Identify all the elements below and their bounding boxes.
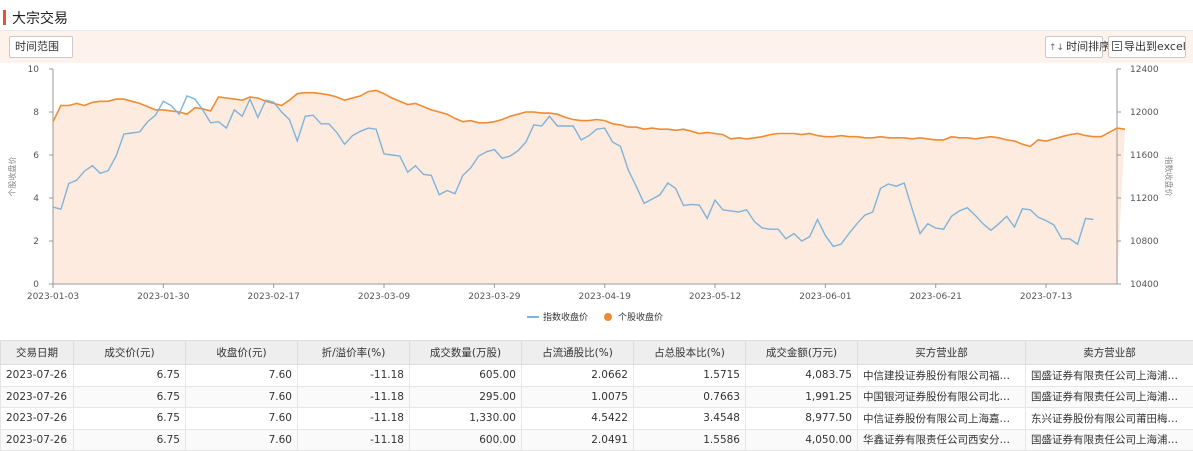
y-right-tick-label: 11600 — [1130, 151, 1159, 161]
col-header-deal-price[interactable]: 成交价(元) — [73, 340, 186, 365]
col-header-buyer[interactable]: 买方营业部 — [857, 340, 1026, 365]
y-right-tick-label: 12400 — [1130, 65, 1159, 75]
x-tick-label: 2023-02-17 — [248, 292, 300, 302]
y-left-tick-label: 6 — [33, 151, 39, 161]
cell-date: 2023-07-26 — [0, 407, 74, 430]
col-header-volume[interactable]: 成交数量(万股) — [409, 340, 522, 365]
cell-volume: 1,330.00 — [409, 407, 522, 430]
cell-seller: 东兴证券股份有限公司莆田梅园东... — [1025, 407, 1193, 430]
excel-export-icon — [1112, 41, 1122, 51]
col-header-close-price[interactable]: 收盘价(元) — [185, 340, 298, 365]
y-left-tick-label: 10 — [28, 65, 40, 75]
cell-float-ratio: 2.0662 — [521, 364, 634, 387]
chart-legend: 指数收盘价 个股收盘价 — [527, 311, 663, 323]
x-tick-label: 2023-01-30 — [137, 292, 190, 302]
cell-total-ratio: 1.5715 — [633, 364, 746, 387]
x-tick-label: 2023-07-13 — [1020, 292, 1072, 302]
x-tick-label: 2023-03-29 — [468, 292, 521, 302]
cell-total-ratio: 3.4548 — [633, 407, 746, 430]
cell-amount: 4,050.00 — [745, 428, 858, 451]
y-right-tick-label: 12000 — [1130, 108, 1159, 118]
x-tick-label: 2023-04-19 — [579, 292, 632, 302]
time-sort-button[interactable]: ↑↓ 时间排序 — [1045, 36, 1110, 58]
table-row[interactable]: 2023-07-26 6.75 7.60 -11.18 605.00 2.066… — [0, 364, 1193, 387]
cell-float-ratio: 2.0491 — [521, 428, 634, 451]
cell-total-ratio: 1.5586 — [633, 428, 746, 451]
cell-volume: 600.00 — [409, 428, 522, 451]
cell-deal-price: 6.75 — [73, 385, 186, 408]
y-right-axis-title: 指数收盘价 — [1164, 157, 1174, 197]
cell-deal-price: 6.75 — [73, 407, 186, 430]
legend-label: 个股收盘价 — [618, 311, 663, 323]
cell-premium-rate: -11.18 — [297, 428, 410, 451]
cell-close-price: 7.60 — [185, 428, 298, 451]
cell-date: 2023-07-26 — [0, 364, 74, 387]
cell-premium-rate: -11.18 — [297, 364, 410, 387]
toolbar: 时间范围 ↑↓ 时间排序 导出到excel — [0, 31, 1193, 63]
cell-amount: 8,977.50 — [745, 407, 858, 430]
stock-area-fill — [53, 90, 1125, 284]
time-range-label: 时间范围 — [15, 40, 59, 53]
cell-deal-price: 6.75 — [73, 428, 186, 451]
x-tick-label: 2023-01-03 — [27, 292, 79, 302]
cell-buyer: 华鑫证券有限责任公司西安分公司 — [857, 428, 1026, 451]
cell-deal-price: 6.75 — [73, 364, 186, 387]
time-sort-label: 时间排序 — [1066, 40, 1111, 53]
price-chart: 0 2 4 6 8 10 10400 10800 11200 11600 12000 12400 202… — [0, 63, 1193, 338]
time-range-button[interactable]: 时间范围 — [9, 36, 73, 58]
cell-volume: 295.00 — [409, 385, 522, 408]
table-row[interactable]: 2023-07-26 6.75 7.60 -11.18 600.00 2.049… — [0, 428, 1193, 451]
page-title: 大宗交易 — [12, 11, 68, 27]
export-excel-button[interactable]: 导出到excel — [1108, 36, 1186, 58]
cell-buyer: 中信证券股份有限公司上海嘉定证... — [857, 407, 1026, 430]
x-tick-label: 2023-05-12 — [689, 292, 741, 302]
cell-close-price: 7.60 — [185, 407, 298, 430]
title-accent-bar — [3, 10, 6, 25]
cell-premium-rate: -11.18 — [297, 385, 410, 408]
y-left-tick-label: 0 — [33, 280, 39, 290]
legend-label: 指数收盘价 — [543, 311, 588, 323]
x-tick-label: 2023-06-21 — [910, 292, 962, 302]
table-row[interactable]: 2023-07-26 6.75 7.60 -11.18 295.00 1.007… — [0, 385, 1193, 408]
page-header: 大宗交易 — [0, 0, 1193, 31]
cell-total-ratio: 0.7663 — [633, 385, 746, 408]
cell-date: 2023-07-26 — [0, 385, 74, 408]
cell-float-ratio: 4.5422 — [521, 407, 634, 430]
price-chart-svg: 0 2 4 6 8 10 10400 10800 11200 11600 12000 12400 202… — [7, 65, 1174, 323]
x-tick-label: 2023-03-09 — [358, 292, 411, 302]
cell-float-ratio: 1.0075 — [521, 385, 634, 408]
cell-amount: 1,991.25 — [745, 385, 858, 408]
col-header-amount[interactable]: 成交金额(万元) — [745, 340, 858, 365]
cell-date: 2023-07-26 — [0, 428, 74, 451]
legend-marker-stock — [604, 313, 612, 321]
x-tick-label: 2023-06-01 — [799, 292, 851, 302]
y-right-tick-label: 10800 — [1130, 237, 1159, 247]
table-header-row: 交易日期 成交价(元) 收盘价(元) 折/溢价率(%) 成交数量(万股) 占流通… — [0, 340, 1193, 365]
col-header-premium-rate[interactable]: 折/溢价率(%) — [297, 340, 410, 365]
y-left-axis-title: 个股收盘价 — [7, 157, 17, 197]
col-header-seller[interactable]: 卖方营业部 — [1025, 340, 1193, 365]
cell-seller: 国盛证券有限责任公司上海浦东新... — [1025, 385, 1193, 408]
col-header-float-ratio[interactable]: 占流通股比(%) — [521, 340, 634, 365]
cell-buyer: 中国银河证券股份有限公司北京知... — [857, 385, 1026, 408]
cell-volume: 605.00 — [409, 364, 522, 387]
y-left-tick-label: 8 — [33, 108, 39, 118]
cell-seller: 国盛证券有限责任公司上海浦东新... — [1025, 428, 1193, 451]
export-excel-label: 导出到excel — [1124, 40, 1186, 53]
col-header-date[interactable]: 交易日期 — [0, 340, 74, 365]
cell-buyer: 中信建投证券股份有限公司福州湖... — [857, 364, 1026, 387]
cell-close-price: 7.60 — [185, 385, 298, 408]
cell-premium-rate: -11.18 — [297, 407, 410, 430]
y-left-tick-label: 2 — [33, 237, 39, 247]
table-row[interactable]: 2023-07-26 6.75 7.60 -11.18 1,330.00 4.5… — [0, 407, 1193, 430]
sort-icon: ↑↓ — [1049, 43, 1065, 53]
cell-seller: 国盛证券有限责任公司上海浦东新... — [1025, 364, 1193, 387]
y-left-tick-label: 4 — [33, 194, 39, 204]
cell-close-price: 7.60 — [185, 364, 298, 387]
col-header-total-ratio[interactable]: 占总股本比(%) — [633, 340, 746, 365]
y-right-tick-label: 10400 — [1130, 280, 1159, 290]
y-right-tick-label: 11200 — [1130, 194, 1159, 204]
block-trade-table: 交易日期 成交价(元) 收盘价(元) 折/溢价率(%) 成交数量(万股) 占流通… — [0, 340, 1193, 451]
cell-amount: 4,083.75 — [745, 364, 858, 387]
